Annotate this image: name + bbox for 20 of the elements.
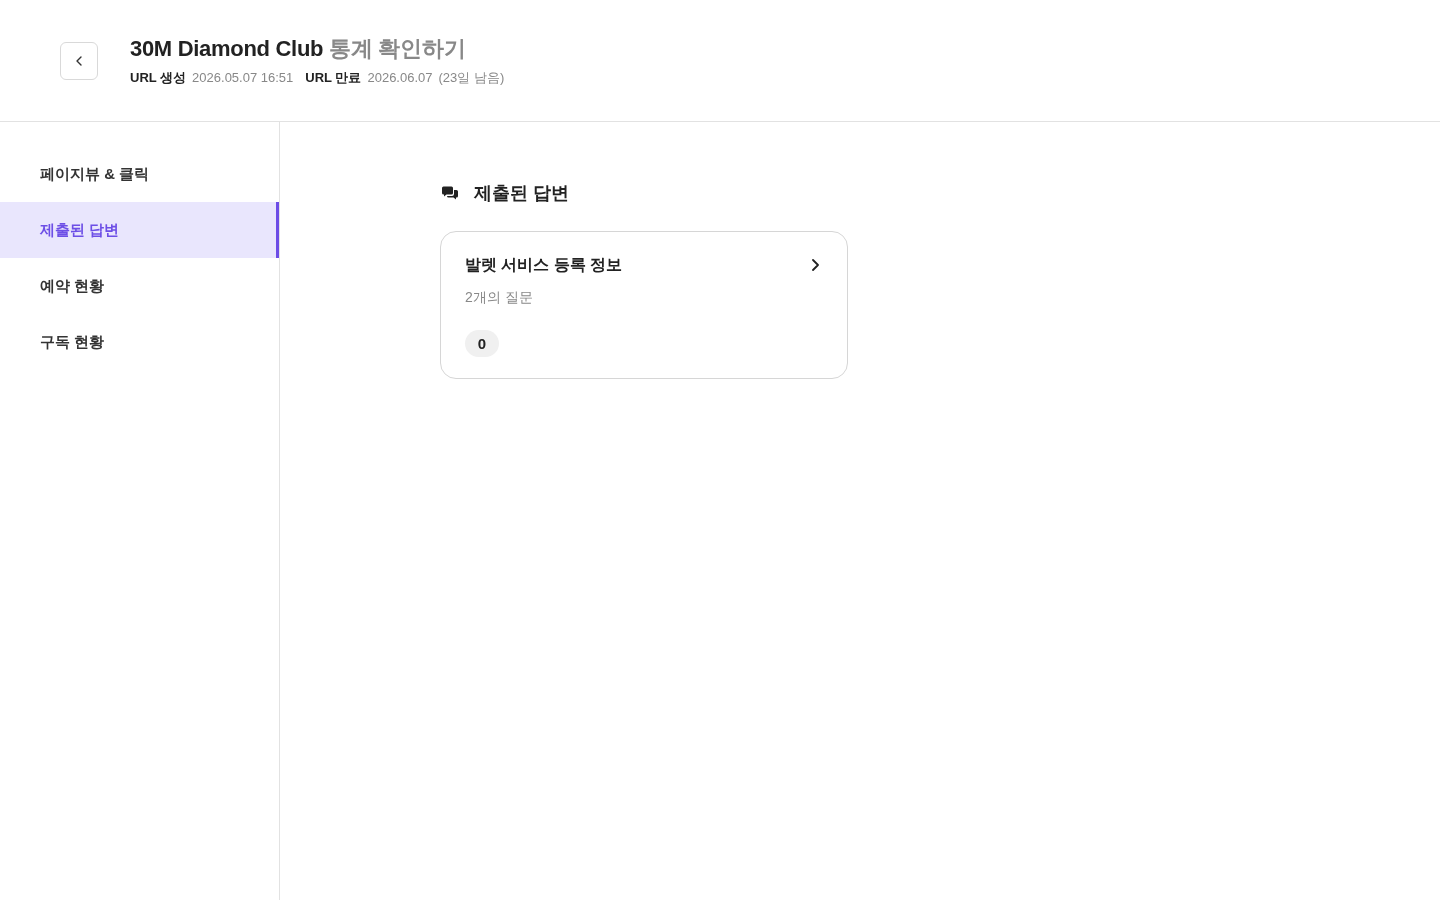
meta-value: 2026.05.07 16:51 [192,68,294,87]
chevron-left-icon [76,55,82,66]
survey-card[interactable]: 발렛 서비스 등록 정보 2개의 질문 0 [440,231,848,379]
sidebar-item[interactable]: 예약 현황 [0,258,279,314]
sidebar-item[interactable]: 제출된 답변 [0,202,279,258]
meta-value: 2026.06.07 [367,68,433,87]
page-title: 30M Diamond Club [130,34,324,63]
response-count-badge: 0 [465,330,499,357]
chevron-right-icon [812,259,819,271]
card-title: 발렛 서비스 등록 정보 [465,255,623,275]
chat-bubbles-icon [442,186,458,200]
page-title-suffix: 통계 확인하기 [329,34,466,63]
meta-label: URL 생성 [130,68,187,87]
meta-label: URL 만료 [305,68,362,87]
back-button[interactable] [60,41,98,80]
meta-note: (23일 남음) [438,68,505,87]
sidebar-item[interactable]: 구독 현황 [0,314,279,370]
question-count: 2개의 질문 [465,288,533,307]
sidebar-item[interactable]: 페이지뷰 & 클릭 [0,146,279,202]
section-title: 제출된 답변 [474,182,569,205]
